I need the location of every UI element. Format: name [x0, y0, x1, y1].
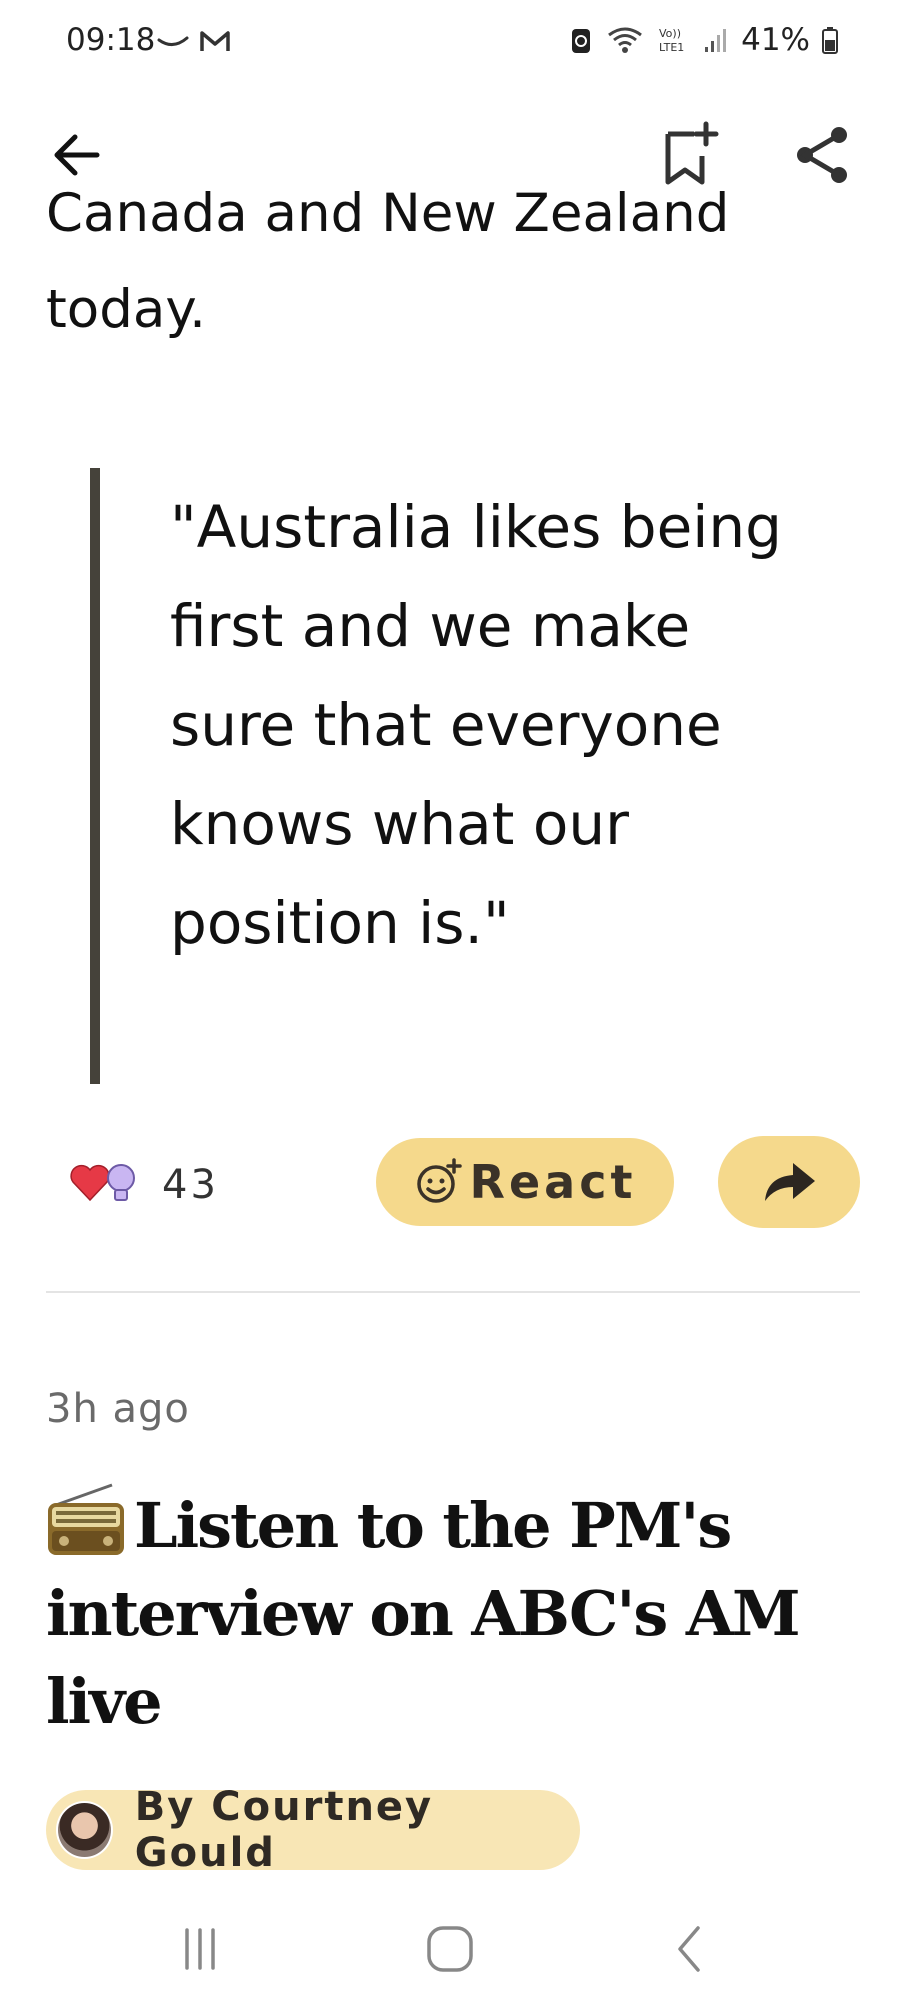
byline[interactable]: By Courtney Gould [46, 1784, 580, 1876]
home-icon [427, 1926, 473, 1972]
byline-text: By Courtney Gould [134, 1784, 434, 1876]
share-article-button[interactable] [778, 110, 868, 200]
status-right-icons: Vo)) LTE1 41% [569, 22, 838, 58]
divider [46, 1291, 860, 1293]
react-button[interactable]: React [376, 1138, 674, 1226]
reaction-row: 43 React [46, 1130, 866, 1230]
status-bar: 09:18 Vo)) LTE1 41% [0, 0, 900, 90]
svg-text:Vo)): Vo)) [659, 27, 681, 40]
signal-icon [705, 29, 727, 52]
gmail-icon [200, 31, 230, 51]
home-button[interactable] [400, 1914, 500, 1984]
data-saver-icon [572, 29, 591, 53]
post-title-text[interactable]: Listen to the PM's interview on ABC's AM… [46, 1489, 801, 1738]
recent-apps-button[interactable] [150, 1914, 250, 1984]
svg-text:LTE1: LTE1 [659, 41, 684, 54]
add-reaction-icon [416, 1158, 462, 1203]
recent-apps-icon [185, 1928, 215, 1970]
share-post-button[interactable] [718, 1136, 860, 1228]
status-notification-icons [156, 26, 232, 56]
system-back-button[interactable] [640, 1914, 740, 1984]
quote-bar [90, 468, 100, 1084]
status-time: 09:18 [66, 22, 156, 58]
pull-quote: "Australia likes being first and we make… [90, 468, 850, 1084]
radio-emoji [48, 1483, 124, 1555]
curve-icon [157, 36, 189, 46]
reaction-count: 43 [162, 1162, 219, 1208]
lightbulb-icon [107, 1164, 135, 1201]
battery-percentage: 41% [741, 22, 810, 58]
system-nav-bar [0, 1900, 900, 2000]
battery-icon [822, 27, 838, 54]
forward-arrow-icon [765, 1163, 815, 1201]
quote-text: "Australia likes being first and we make… [170, 493, 782, 957]
wifi-icon [608, 27, 642, 53]
reaction-summary[interactable] [68, 1162, 138, 1206]
react-label: React [469, 1155, 637, 1209]
post-timestamp: 3h ago [46, 1386, 190, 1432]
volte-icon: Vo)) LTE1 [659, 27, 684, 54]
post-title: Listen to the PM's interview on ABC's AM… [46, 1482, 846, 1746]
back-icon [678, 1926, 700, 1972]
article-text-line: today. [46, 279, 206, 340]
article-text-cut-line: Canada and New Zealand [46, 183, 730, 244]
share-icon [797, 127, 847, 183]
avatar [56, 1801, 113, 1859]
